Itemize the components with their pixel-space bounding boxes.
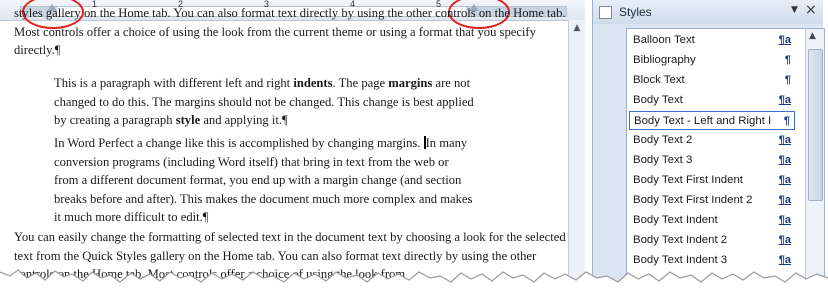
document-scrollbar[interactable]: ▲ — [568, 20, 585, 288]
linked-style-icon: ¶a — [778, 194, 791, 206]
styles-list-scrollbar[interactable]: ▲ — [805, 29, 824, 289]
text-run: . The page — [332, 76, 389, 90]
linked-style-icon: ¶a — [778, 234, 791, 246]
torn-edge-decoration — [0, 269, 828, 298]
scroll-up-icon[interactable]: ▲ — [809, 31, 816, 41]
scroll-up-icon[interactable]: ▲ — [572, 23, 582, 33]
style-item[interactable]: Body Text Indent ¶a — [629, 211, 795, 230]
style-item[interactable]: Body Text ¶a — [629, 91, 795, 110]
style-name: Block Text — [633, 74, 685, 86]
chevron-down-icon[interactable]: ▼ — [791, 5, 798, 15]
close-icon[interactable]: × — [805, 2, 817, 18]
paragraph-style-icon: ¶ — [784, 54, 791, 66]
style-item[interactable]: Balloon Text ¶a — [629, 31, 795, 50]
text-run: This is a paragraph with different left … — [54, 76, 294, 90]
style-name: Body Text First Indent 2 — [633, 194, 753, 206]
style-item[interactable]: Block Text ¶ — [629, 71, 795, 90]
linked-style-icon: ¶a — [778, 94, 791, 106]
style-item[interactable]: Bibliography ¶ — [629, 51, 795, 70]
styles-pane: Styles ▼ × Balloon Text ¶a Bibliography … — [592, 0, 825, 290]
style-name: Bibliography — [633, 54, 696, 66]
styles-pane-header: Styles ▼ × — [593, 0, 823, 24]
document-area[interactable]: 1 2 3 4 5 styles gallery on the Home tab… — [0, 0, 585, 288]
style-name: Body Text 3 — [633, 154, 693, 166]
bold-run: indents — [293, 76, 333, 90]
paragraph-style-icon: ¶ — [783, 115, 790, 127]
style-item[interactable]: Body Text First Indent 2 ¶a — [629, 191, 795, 210]
style-name: Body Text Indent 2 — [633, 234, 728, 246]
bold-run: margins — [388, 76, 433, 90]
bold-run: style — [175, 113, 201, 128]
indented-paragraph-2: In Word Perfect a change like this is ac… — [54, 134, 474, 227]
scroll-thumb[interactable] — [808, 49, 823, 201]
linked-style-icon: ¶a — [778, 34, 791, 46]
style-name: Body Text 2 — [633, 134, 693, 146]
styles-list[interactable]: Balloon Text ¶a Bibliography ¶ Block Tex… — [626, 28, 825, 290]
style-item[interactable]: Body Text 2 ¶a — [629, 131, 795, 150]
indented-paragraph-1: This is a paragraph with different left … — [54, 74, 474, 130]
paragraph-style-icon: ¶ — [784, 74, 791, 86]
styles-pane-title: Styles — [619, 5, 652, 19]
linked-style-icon: ¶a — [778, 154, 791, 166]
style-name: Body Text — [633, 94, 683, 106]
style-item[interactable]: Body Text Indent 2 ¶a — [629, 231, 795, 250]
text-run: In Word Perfect a change like this is ac… — [54, 136, 424, 150]
linked-style-icon: ¶a — [778, 214, 791, 226]
style-name: Body Text - Left and Right Indent — [634, 115, 772, 127]
style-item-selected[interactable]: Body Text - Left and Right Indent ¶ — [629, 111, 795, 130]
style-item[interactable]: Body Text First Indent ¶a — [629, 171, 795, 190]
paragraph-top: styles gallery on the Home tab. You can … — [14, 4, 569, 60]
style-name: Body Text Indent — [633, 214, 718, 226]
linked-style-icon: ¶a — [778, 134, 791, 146]
style-name: Balloon Text — [633, 34, 695, 46]
style-name: Body Text First Indent — [633, 174, 743, 186]
text-run: and applying it.¶ — [200, 113, 288, 128]
paragraph-text: styles gallery on the Home tab. You can … — [14, 6, 566, 58]
linked-style-icon: ¶a — [778, 174, 791, 186]
style-item[interactable]: Body Text 3 ¶a — [629, 151, 795, 170]
pane-checkbox[interactable] — [599, 6, 612, 19]
